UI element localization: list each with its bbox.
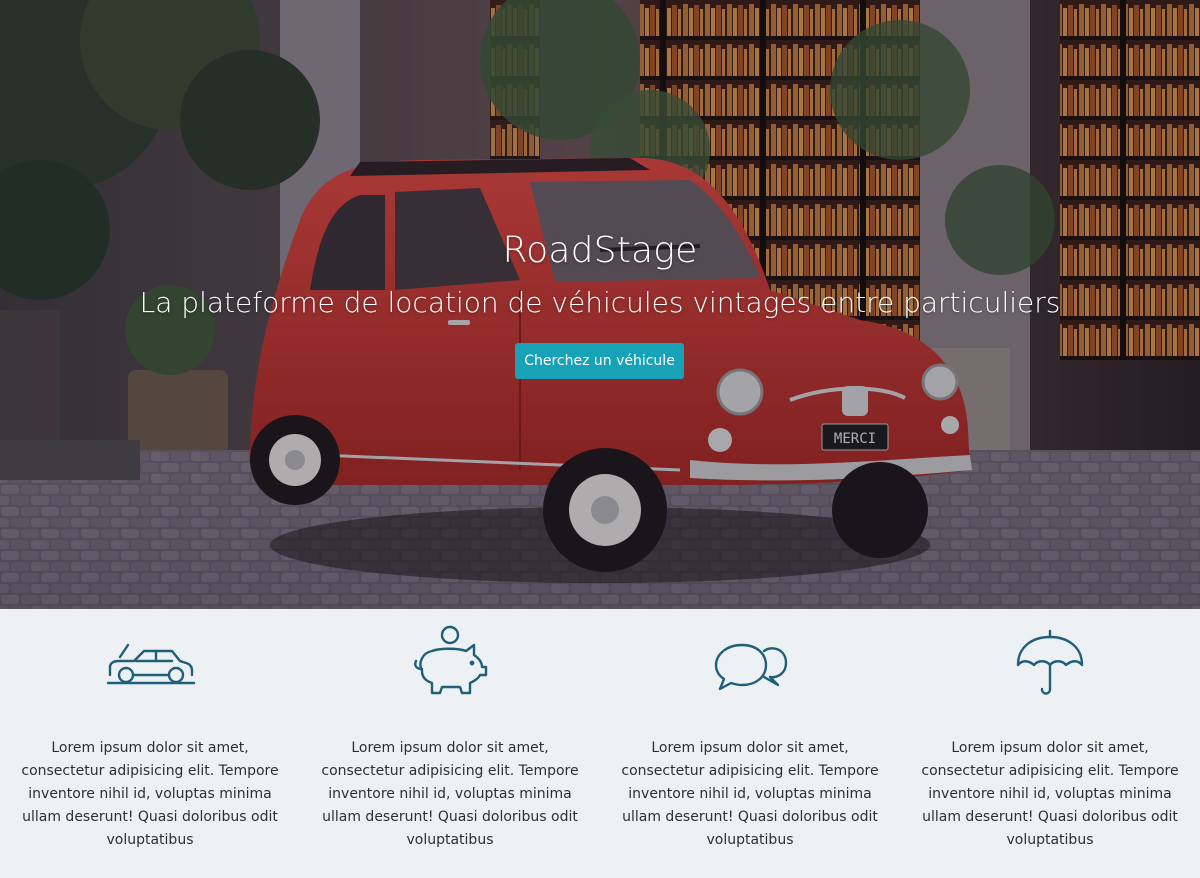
feature-text: Lorem ipsum dolor sit amet, consectetur … [21,740,279,848]
chat-bubbles-icon [714,643,788,691]
car-icon [106,643,196,685]
hero-subtitle: La plateforme de location de véhicules v… [139,286,1061,319]
umbrella-icon [1016,629,1084,695]
feature-item: Lorem ipsum dolor sit amet, consectetur … [0,609,300,878]
piggy-bank-icon [414,625,488,695]
features-section: Lorem ipsum dolor sit amet, consectetur … [0,609,1200,878]
feature-item: Lorem ipsum dolor sit amet, consectetur … [600,609,900,878]
feature-item: Lorem ipsum dolor sit amet, consectetur … [900,609,1200,878]
hero-title: RoadStage [502,230,698,271]
feature-text: Lorem ipsum dolor sit amet, consectetur … [921,740,1179,848]
search-vehicle-button[interactable]: Cherchez un véhicule [515,343,684,379]
feature-item: Lorem ipsum dolor sit amet, consectetur … [300,609,600,878]
feature-text: Lorem ipsum dolor sit amet, consectetur … [621,740,879,848]
feature-text: Lorem ipsum dolor sit amet, consectetur … [321,740,579,848]
hero-section: MERCI RoadStage La plateforme de locatio… [0,0,1200,609]
